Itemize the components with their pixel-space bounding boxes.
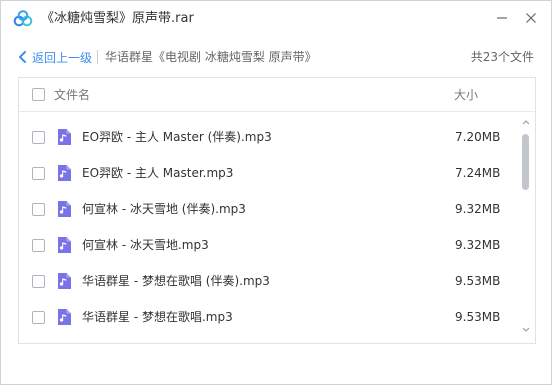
vertical-scrollbar[interactable]	[519, 114, 533, 343]
back-button[interactable]: 返回上一级	[17, 48, 92, 66]
file-size: 7.24MB	[455, 166, 501, 180]
nav-divider	[97, 50, 98, 64]
file-list: EO羿欧 - 主人 Master (伴奏).mp3 7.20MB EO羿欧 - …	[19, 119, 519, 335]
table-row[interactable]: EO羿欧 - 主人 Master.mp3 7.24MB	[19, 155, 519, 191]
row-checkbox[interactable]	[32, 131, 45, 144]
table-row[interactable]: EO羿欧 - 主人 Master (伴奏).mp3 7.20MB	[19, 119, 519, 155]
column-header-name[interactable]: 文件名	[54, 87, 90, 103]
archive-viewer-window: 《冰糖炖雪梨》原声带.rar 返回上一级 华语群星《电视剧 冰糖炖雪梨 原声带》…	[0, 0, 552, 385]
row-checkbox[interactable]	[32, 311, 45, 324]
audio-file-icon	[58, 129, 71, 145]
app-logo-icon	[13, 10, 33, 27]
row-checkbox[interactable]	[32, 239, 45, 252]
minimize-button[interactable]	[491, 7, 513, 29]
window-title: 《冰糖炖雪梨》原声带.rar	[41, 11, 194, 26]
file-size: 9.32MB	[455, 202, 501, 216]
file-name: EO羿欧 - 主人 Master (伴奏).mp3	[82, 130, 272, 144]
row-checkbox[interactable]	[32, 203, 45, 216]
file-size: 9.53MB	[455, 274, 501, 288]
breadcrumb: 华语群星《电视剧 冰糖炖雪梨 原声带》	[105, 50, 317, 64]
navigation-bar: 返回上一级 华语群星《电视剧 冰糖炖雪梨 原声带》 共23个文件	[1, 43, 551, 71]
title-bar: 《冰糖炖雪梨》原声带.rar	[1, 1, 551, 37]
file-name: 华语群星 - 梦想在歌唱 (伴奏).mp3	[82, 274, 270, 288]
file-name: EO羿欧 - 主人 Master.mp3	[82, 166, 234, 180]
audio-file-icon	[58, 237, 71, 253]
file-name: 何宣林 - 冰天雪地.mp3	[82, 238, 209, 252]
scrollbar-thumb[interactable]	[522, 134, 529, 190]
back-label: 返回上一级	[32, 50, 93, 65]
file-count: 共23个文件	[470, 50, 534, 64]
close-icon	[526, 13, 536, 23]
table-row[interactable]: 何宣林 - 冰天雪地.mp3 9.32MB	[19, 227, 519, 263]
file-name: 何宣林 - 冰天雪地 (伴奏).mp3	[82, 202, 246, 216]
column-header-size[interactable]: 大小	[454, 87, 478, 103]
file-size: 9.32MB	[455, 238, 501, 252]
file-list-panel: 文件名 大小 EO羿欧 - 主人 Master (伴奏).mp3 7.20MB	[18, 77, 536, 344]
scroll-down-arrow-icon[interactable]	[522, 327, 530, 333]
file-name: 华语群星 - 梦想在歌唱.mp3	[82, 310, 233, 324]
file-size: 7.20MB	[455, 130, 501, 144]
minimize-icon	[497, 17, 507, 19]
audio-file-icon	[58, 165, 71, 181]
table-row[interactable]: 华语群星 - 梦想在歌唱.mp3 9.53MB	[19, 299, 519, 335]
row-checkbox[interactable]	[32, 167, 45, 180]
table-row[interactable]: 何宣林 - 冰天雪地 (伴奏).mp3 9.32MB	[19, 191, 519, 227]
audio-file-icon	[58, 273, 71, 289]
chevron-left-icon	[19, 51, 26, 63]
audio-file-icon	[58, 201, 71, 217]
table-row[interactable]: 华语群星 - 梦想在歌唱 (伴奏).mp3 9.53MB	[19, 263, 519, 299]
table-header: 文件名 大小	[19, 78, 535, 112]
row-checkbox[interactable]	[32, 275, 45, 288]
select-all-checkbox[interactable]	[32, 88, 45, 101]
audio-file-icon	[58, 309, 71, 325]
file-size: 9.53MB	[455, 310, 501, 324]
scroll-up-arrow-icon[interactable]	[522, 119, 530, 125]
close-button[interactable]	[520, 7, 542, 29]
